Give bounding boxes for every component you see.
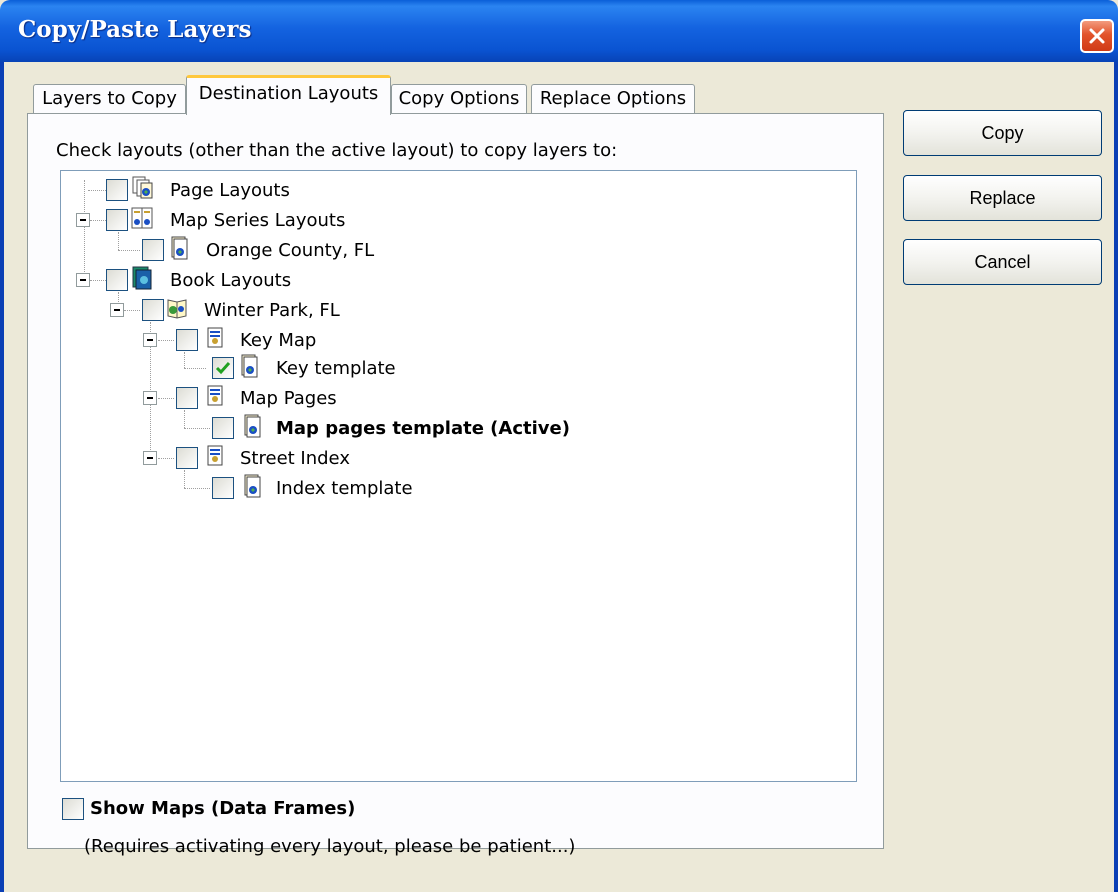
layout-document-icon — [244, 414, 261, 438]
book-icon — [167, 299, 187, 319]
tree-line — [124, 310, 140, 311]
layout-document-icon — [241, 354, 258, 378]
checkbox-map-series-layouts[interactable] — [106, 209, 128, 231]
tree-line — [184, 368, 206, 369]
checkbox-orange-county[interactable] — [142, 239, 164, 261]
tree-line — [184, 470, 185, 488]
tree-item-label: Orange County, FL — [206, 240, 375, 261]
copy-button[interactable]: Copy — [903, 110, 1102, 156]
tree-line — [118, 292, 119, 302]
tree-line — [90, 220, 106, 221]
window-title: Copy/Paste Layers — [18, 16, 252, 43]
expander-street-index[interactable] — [143, 451, 157, 465]
check-mark-icon — [215, 362, 231, 375]
checkbox-winter-park[interactable] — [142, 299, 164, 321]
tree-item-label: Key template — [276, 358, 396, 379]
layout-document-icon — [244, 474, 261, 498]
tree-line — [118, 250, 140, 251]
section-icon — [207, 327, 223, 348]
tab-copy-options[interactable]: Copy Options — [391, 84, 527, 114]
tree-line — [84, 180, 85, 282]
tree-line — [184, 488, 210, 489]
layout-tree[interactable] — [60, 170, 857, 782]
section-icon — [207, 385, 223, 406]
checkbox-key-map[interactable] — [176, 329, 198, 351]
tree-line — [158, 458, 174, 459]
tree-line — [158, 398, 174, 399]
title-bar: Copy/Paste Layers — [0, 0, 1118, 62]
layout-document-icon — [171, 236, 188, 260]
tree-item-label: Index template — [276, 478, 413, 499]
show-maps-label: Show Maps (Data Frames) — [90, 798, 356, 819]
tab-destination-layouts[interactable]: Destination Layouts — [186, 75, 391, 115]
close-button[interactable] — [1080, 19, 1114, 53]
expander-winter-park[interactable] — [110, 303, 124, 317]
checkbox-street-index[interactable] — [176, 447, 198, 469]
tree-line — [184, 428, 210, 429]
close-icon — [1089, 28, 1105, 44]
checkbox-page-layouts[interactable] — [106, 179, 128, 201]
expander-map-pages[interactable] — [143, 391, 157, 405]
checkbox-key-template[interactable] — [212, 357, 234, 379]
tree-item-label: Key Map — [240, 330, 317, 351]
tree-line — [184, 410, 185, 428]
window-frame-right — [1114, 62, 1118, 892]
tree-item-label: Page Layouts — [170, 180, 290, 201]
tree-item-label: Map Pages — [240, 388, 337, 409]
expander-book-layouts[interactable] — [76, 273, 90, 287]
tree-item-label: Map Series Layouts — [170, 210, 346, 231]
tree-line — [118, 232, 119, 250]
section-icon — [207, 445, 223, 466]
window-frame-left — [0, 62, 4, 892]
map-series-icon — [131, 207, 153, 229]
expander-key-map[interactable] — [143, 333, 157, 347]
tree-line — [184, 352, 185, 368]
page-layouts-icon — [132, 176, 153, 199]
checkbox-index-template[interactable] — [212, 477, 234, 499]
book-layouts-icon — [132, 266, 152, 290]
tree-line — [90, 280, 106, 281]
show-maps-note: (Requires activating every layout, pleas… — [84, 836, 576, 857]
tab-replace-options[interactable]: Replace Options — [531, 84, 695, 114]
checkbox-book-layouts[interactable] — [106, 269, 128, 291]
tree-item-label: Winter Park, FL — [204, 300, 340, 321]
tree-line — [158, 340, 174, 341]
tree-line — [88, 190, 106, 191]
tree-item-label: Street Index — [240, 448, 350, 469]
checkbox-map-pages[interactable] — [176, 387, 198, 409]
tree-item-label-active: Map pages template (Active) — [276, 418, 570, 439]
show-maps-checkbox[interactable] — [62, 798, 84, 820]
cancel-button[interactable]: Cancel — [903, 239, 1102, 285]
tab-layers-to-copy[interactable]: Layers to Copy — [33, 84, 186, 114]
checkbox-map-pages-template[interactable] — [212, 417, 234, 439]
replace-button[interactable]: Replace — [903, 175, 1102, 221]
expander-map-series-layouts[interactable] — [76, 213, 90, 227]
instruction-text: Check layouts (other than the active lay… — [56, 140, 618, 161]
tree-item-label: Book Layouts — [170, 270, 292, 291]
